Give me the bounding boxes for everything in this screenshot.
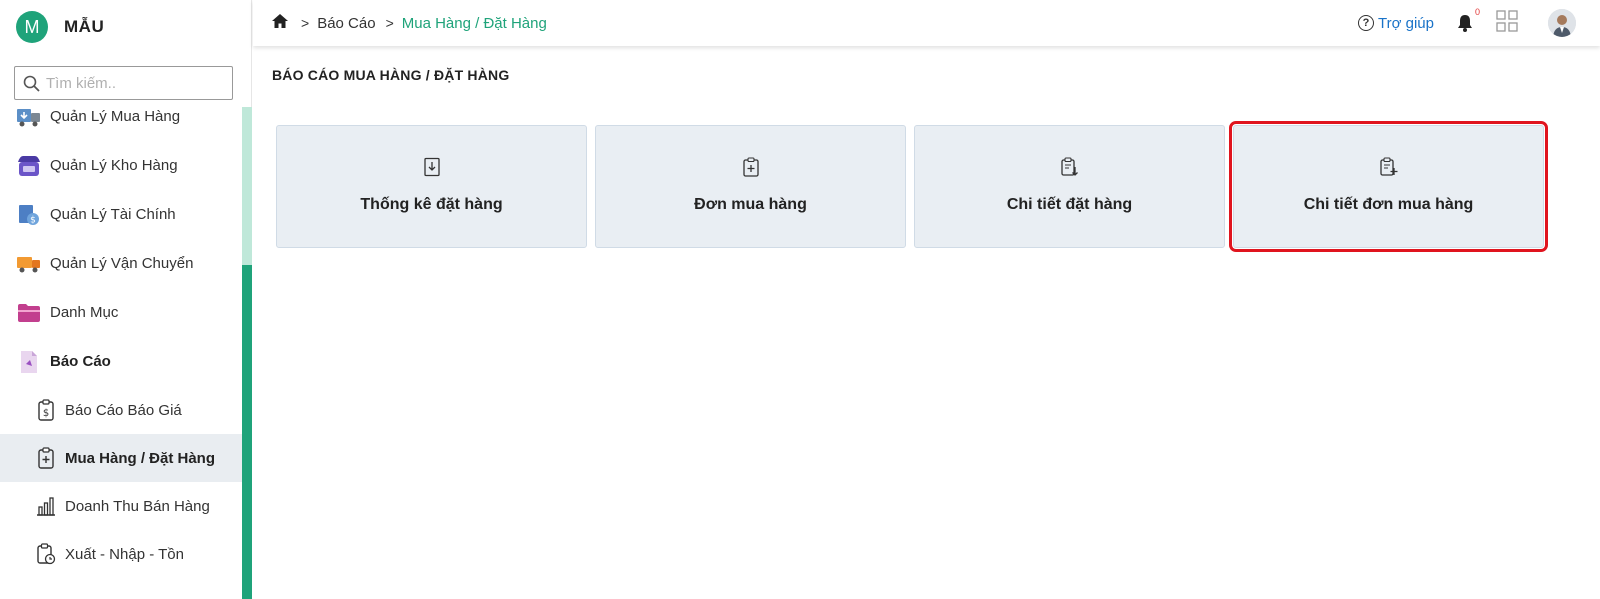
sidebar-subitem-inventory[interactable]: Xuất - Nhập - Tồn: [0, 530, 242, 578]
svg-text:$: $: [43, 408, 49, 419]
sidebar-subitem-quote-report[interactable]: $ Báo Cáo Báo Giá: [0, 386, 242, 434]
card-label: Thống kê đặt hàng: [360, 196, 503, 213]
report-cards: Thống kê đặt hàng Đơn mua hàng Chi tiết …: [276, 121, 1552, 252]
sidebar-subitem-label: Xuất - Nhập - Tồn: [65, 545, 184, 563]
search-icon: [23, 75, 40, 92]
card-purchase-order[interactable]: Đơn mua hàng: [595, 125, 906, 248]
sidebar-item-catalog[interactable]: Danh Mục: [0, 288, 242, 337]
sidebar-scrollbar-thumb[interactable]: [242, 265, 252, 599]
card-label: Chi tiết đơn mua hàng: [1303, 196, 1474, 213]
topbar: > Báo Cáo > Mua Hàng / Đặt Hàng ? Trợ gi…: [253, 0, 1600, 46]
notification-button[interactable]: 0: [1456, 7, 1480, 33]
sidebar-item-reports[interactable]: Báo Cáo: [0, 337, 242, 386]
breadcrumb: > Báo Cáo > Mua Hàng / Đặt Hàng: [271, 13, 547, 33]
delivery-truck-icon: [16, 251, 42, 277]
svg-text:$: $: [30, 215, 36, 225]
brand[interactable]: M MẪU: [16, 11, 104, 43]
clipboard-plus-icon: [36, 447, 56, 469]
store-icon: [16, 153, 42, 179]
sidebar-item-label: Quản Lý Tài Chính: [50, 206, 176, 223]
bell-icon: [1458, 15, 1472, 32]
page-title: BÁO CÁO MUA HÀNG / ĐẶT HÀNG: [272, 67, 510, 83]
brand-logo: M: [16, 11, 48, 43]
chevron-right-icon: >: [385, 15, 394, 31]
brand-name: MẪU: [64, 17, 105, 36]
clipboard-plus-icon: [740, 156, 762, 178]
sidebar-item-label: Báo Cáo: [50, 353, 111, 370]
sidebar: M MẪU Quản Lý Mua Hàng Quản Lý Kho Hàng …: [0, 0, 252, 599]
clipboard-clock-icon: [36, 543, 56, 565]
breadcrumb-item-current[interactable]: Mua Hàng / Đặt Hàng: [402, 15, 547, 32]
chevron-right-icon: >: [301, 15, 310, 31]
home-icon[interactable]: [271, 13, 289, 33]
truck-box-icon: [16, 104, 42, 130]
search-input[interactable]: [46, 74, 226, 92]
breadcrumb-item-reports[interactable]: Báo Cáo: [317, 15, 375, 32]
sidebar-subitem-sales-revenue[interactable]: Doanh Thu Bán Hàng: [0, 482, 242, 530]
help-label: Trợ giúp: [1378, 14, 1434, 32]
card-purchase-order-details[interactable]: Chi tiết đơn mua hàng: [1229, 121, 1548, 252]
help-link[interactable]: ? Trợ giúp: [1358, 15, 1434, 32]
report-file-icon: [16, 349, 42, 375]
user-photo-icon: [1548, 9, 1576, 37]
download-doc-icon: [421, 156, 443, 178]
card-order-details[interactable]: Chi tiết đặt hàng: [914, 125, 1225, 248]
sidebar-subitem-label: Doanh Thu Bán Hàng: [65, 497, 210, 515]
folder-icon: [16, 300, 42, 326]
sidebar-item-label: Quản Lý Vận Chuyển: [50, 255, 194, 272]
user-avatar[interactable]: [1548, 9, 1576, 37]
clipboard-dollar-icon: $: [36, 399, 56, 421]
card-label: Chi tiết đặt hàng: [1006, 196, 1133, 213]
sidebar-item-label: Quản Lý Kho Hàng: [50, 157, 178, 174]
sidebar-item-label: Quản Lý Mua Hàng: [50, 108, 181, 125]
sidebar-menu: Quản Lý Mua Hàng Quản Lý Kho Hàng $ Quản…: [0, 92, 242, 578]
card-label: Đơn mua hàng: [694, 196, 807, 213]
clipboard-add-icon: [1378, 156, 1400, 178]
topbar-actions: ? Trợ giúp 0: [1358, 0, 1600, 46]
apps-grid-icon: [1496, 9, 1518, 32]
bar-chart-icon: [36, 495, 56, 517]
sidebar-item-label: Danh Mục: [50, 304, 119, 321]
sidebar-item-warehouse[interactable]: Quản Lý Kho Hàng: [0, 141, 242, 190]
notification-count: 0: [1474, 7, 1480, 17]
sidebar-item-finance[interactable]: $ Quản Lý Tài Chính: [0, 190, 242, 239]
finance-doc-icon: $: [16, 202, 42, 228]
sidebar-item-shipping[interactable]: Quản Lý Vận Chuyển: [0, 239, 242, 288]
sidebar-item-purchasing[interactable]: Quản Lý Mua Hàng: [0, 92, 242, 141]
question-icon: ?: [1358, 15, 1375, 31]
sidebar-subitem-label: Mua Hàng / Đặt Hàng: [65, 449, 216, 467]
sidebar-subitem-purchase-order[interactable]: Mua Hàng / Đặt Hàng: [0, 434, 242, 482]
clipboard-download-icon: [1059, 156, 1081, 178]
sidebar-subitem-label: Báo Cáo Báo Giá: [65, 401, 182, 419]
apps-grid-button[interactable]: [1496, 9, 1518, 37]
card-order-statistics[interactable]: Thống kê đặt hàng: [276, 125, 587, 248]
